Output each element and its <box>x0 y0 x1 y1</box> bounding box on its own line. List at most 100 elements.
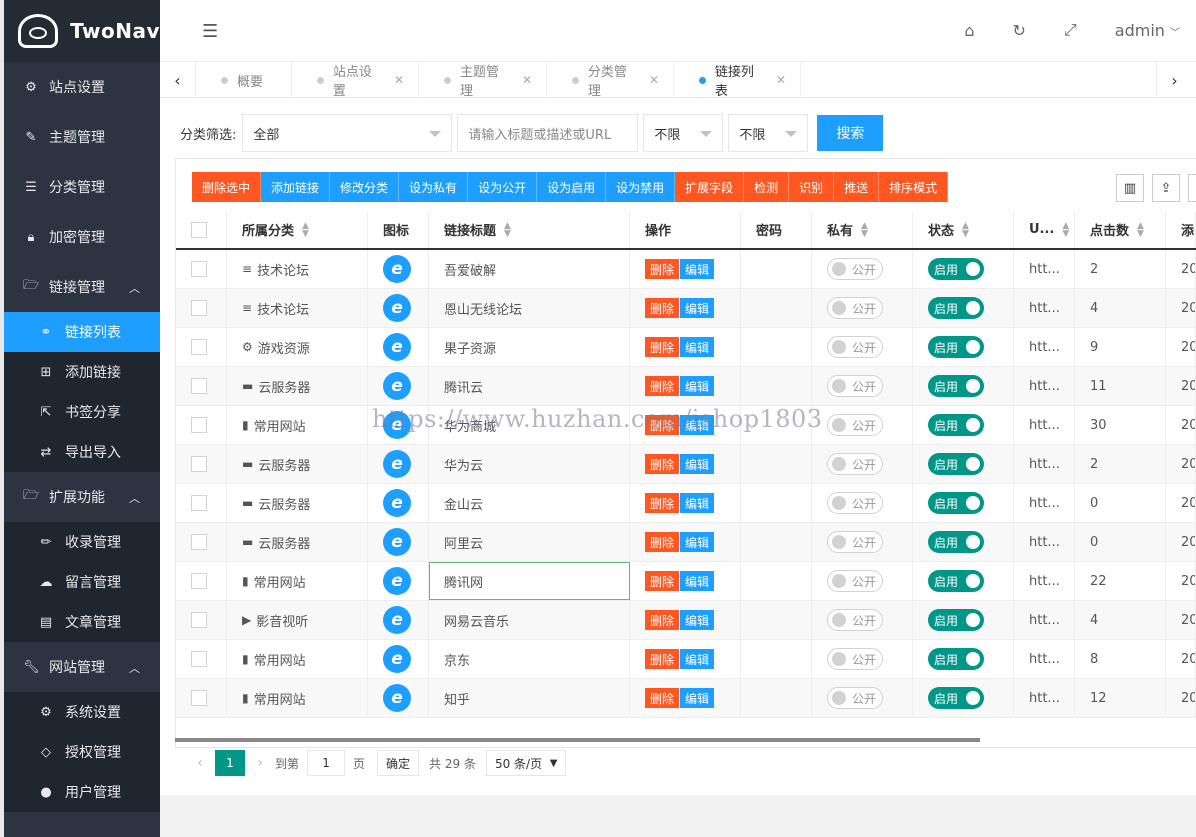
delete-button[interactable]: 删除 <box>645 571 680 591</box>
menu-toggle-icon[interactable]: ☰ <box>202 21 218 42</box>
private-toggle[interactable]: 公开 <box>827 531 883 553</box>
tab-4[interactable]: 链接列表 ✕ <box>674 62 801 99</box>
category-select[interactable]: 全部 <box>242 114 453 152</box>
column-header[interactable]: 私有 ▲ ▼ <box>812 211 913 248</box>
toolbar-button-4[interactable]: 设为公开 <box>468 172 538 202</box>
toolbar-button-11[interactable]: 排序模式 <box>879 172 949 202</box>
column-header[interactable]: 操作 <box>630 211 741 248</box>
toolbar-button-10[interactable]: 推送 <box>834 172 880 202</box>
delete-button[interactable]: 删除 <box>645 298 680 318</box>
private-toggle[interactable]: 公开 <box>827 414 883 436</box>
status-toggle[interactable]: 启用 <box>928 492 984 514</box>
edit-button[interactable]: 编辑 <box>680 649 715 669</box>
table-row[interactable]: ▮ 常用网站 e 腾讯网 删除 编辑 公开 启用 htt... 22 20 <box>176 562 1196 601</box>
status-toggle[interactable]: 启用 <box>928 687 984 709</box>
private-toggle[interactable]: 公开 <box>827 336 883 358</box>
status-toggle[interactable]: 启用 <box>928 414 984 436</box>
status-toggle[interactable]: 启用 <box>928 375 984 397</box>
column-header[interactable]: U... ▲ ▼ <box>1014 211 1075 248</box>
delete-button[interactable]: 删除 <box>645 532 680 552</box>
edit-button[interactable]: 编辑 <box>680 415 715 435</box>
sidebar-item-8[interactable]: ⇄ 导出导入 <box>4 432 160 472</box>
link-title[interactable]: 腾讯云 <box>444 377 483 396</box>
sort-icon[interactable]: ▲ ▼ <box>302 221 309 238</box>
delete-button[interactable]: 删除 <box>645 337 680 357</box>
edit-button[interactable]: 编辑 <box>680 688 715 708</box>
tabs-prev-icon[interactable]: ‹ <box>160 62 196 98</box>
table-row[interactable]: ≡ 技术论坛 e 恩山无线论坛 删除 编辑 公开 启用 htt... 4 20 <box>176 289 1196 328</box>
delete-button[interactable]: 删除 <box>645 493 680 513</box>
sidebar-item-13[interactable]: 🔧︎ 网站管理 ︿ <box>4 642 160 692</box>
sort-icon[interactable]: ▲ ▼ <box>861 221 868 238</box>
toolbar-button-5[interactable]: 设为启用 <box>537 172 607 202</box>
edit-button[interactable]: 编辑 <box>680 259 715 279</box>
toolbar-button-1[interactable]: 添加链接 <box>261 172 331 202</box>
edit-button[interactable]: 编辑 <box>680 454 715 474</box>
private-toggle[interactable]: 公开 <box>827 258 883 280</box>
horizontal-scrollbar[interactable] <box>175 738 980 742</box>
row-checkbox[interactable] <box>191 612 207 628</box>
search-input[interactable]: 请输入标题或描述或URL <box>457 114 639 152</box>
status-filter-select[interactable]: 不限 <box>728 114 809 152</box>
link-title[interactable]: 金山云 <box>444 494 483 513</box>
private-toggle[interactable]: 公开 <box>827 453 883 475</box>
edit-button[interactable]: 编辑 <box>680 610 715 630</box>
table-row[interactable]: ▬ 云服务器 e 金山云 删除 编辑 公开 启用 htt... 0 20 <box>176 484 1196 523</box>
tabs-next-icon[interactable]: › <box>1156 62 1192 98</box>
table-row[interactable]: ▶ 影音视听 e 网易云音乐 删除 编辑 公开 启用 htt... 4 20 <box>176 601 1196 640</box>
sidebar-item-15[interactable]: ◇ 授权管理 <box>4 732 160 772</box>
toolbar-button-7[interactable]: 扩展字段 <box>675 172 745 202</box>
table-row[interactable]: ▮ 常用网站 e 知乎 删除 编辑 公开 启用 htt... 12 20 <box>176 679 1196 718</box>
sidebar-item-3[interactable]: 🔒︎ 加密管理 <box>4 212 160 262</box>
row-checkbox[interactable] <box>191 690 207 706</box>
link-title[interactable]: 吾爱破解 <box>444 260 496 279</box>
private-toggle[interactable]: 公开 <box>827 375 883 397</box>
link-title[interactable]: 果子资源 <box>444 338 496 357</box>
column-header[interactable]: 图标 <box>368 211 429 248</box>
sidebar-item-2[interactable]: ☰ 分类管理 <box>4 162 160 212</box>
table-row[interactable]: ≡ 技术论坛 e 吾爱破解 删除 编辑 公开 启用 htt... 2 20 <box>176 250 1196 289</box>
link-title[interactable]: 网易云音乐 <box>444 611 509 630</box>
select-all-checkbox[interactable] <box>191 221 207 238</box>
prev-page-icon[interactable]: ‹ <box>185 755 215 771</box>
private-toggle[interactable]: 公开 <box>827 609 883 631</box>
goto-page-input[interactable]: 1 <box>307 750 346 776</box>
toolbar-button-6[interactable]: 设为禁用 <box>606 172 676 202</box>
column-header[interactable]: 状态 ▲ ▼ <box>913 211 1014 248</box>
current-page[interactable]: 1 <box>215 750 245 776</box>
link-title[interactable]: 知乎 <box>444 689 470 708</box>
export-icon[interactable]: ⇪ <box>1152 174 1180 202</box>
sidebar-item-11[interactable]: ☁ 留言管理 <box>4 562 160 602</box>
edit-button[interactable]: 编辑 <box>680 532 715 552</box>
sidebar-item-1[interactable]: ✎ 主题管理 <box>4 112 160 162</box>
refresh-icon[interactable]: ↻ <box>1013 21 1026 40</box>
delete-button[interactable]: 删除 <box>645 259 680 279</box>
row-checkbox[interactable] <box>191 339 207 355</box>
search-button[interactable]: 搜索 <box>817 115 884 151</box>
delete-button[interactable]: 删除 <box>645 610 680 630</box>
column-header[interactable]: 所属分类 ▲ ▼ <box>227 211 368 248</box>
edit-button[interactable]: 编辑 <box>680 337 715 357</box>
delete-button[interactable]: 删除 <box>645 454 680 474</box>
delete-button[interactable]: 删除 <box>645 649 680 669</box>
status-toggle[interactable]: 启用 <box>928 531 984 553</box>
tab-0[interactable]: 概要 <box>196 62 292 98</box>
logo[interactable]: TwoNav <box>4 0 160 62</box>
edit-button[interactable]: 编辑 <box>680 298 715 318</box>
toolbar-button-0[interactable]: 删除选中 <box>192 172 262 202</box>
table-row[interactable]: ▬ 云服务器 e 腾讯云 删除 编辑 公开 启用 htt... 11 20 <box>176 367 1196 406</box>
table-row[interactable]: ▬ 云服务器 e 华为云 删除 编辑 公开 启用 htt... 2 20 <box>176 445 1196 484</box>
tab-3[interactable]: 分类管理 ✕ <box>547 62 674 99</box>
sidebar-item-5[interactable]: ⚭ 链接列表 <box>4 312 160 352</box>
toolbar-button-3[interactable]: 设为私有 <box>399 172 469 202</box>
tab-1[interactable]: 站点设置 ✕ <box>292 62 419 99</box>
table-row[interactable]: ▮ 常用网站 e 华为商城 删除 编辑 公开 启用 htt... 30 20 <box>176 406 1196 445</box>
toolbar-button-9[interactable]: 识别 <box>789 172 835 202</box>
table-row[interactable]: ⚙ 游戏资源 e 果子资源 删除 编辑 公开 启用 htt... 9 20 <box>176 328 1196 367</box>
sort-icon[interactable]: ▲ ▼ <box>1062 221 1069 238</box>
sort-icon[interactable]: ▲ ▼ <box>504 221 511 238</box>
status-toggle[interactable]: 启用 <box>928 453 984 475</box>
home-icon[interactable]: ⌂ <box>964 21 974 40</box>
link-title[interactable]: 华为商城 <box>444 416 496 435</box>
sidebar-item-12[interactable]: ▤ 文章管理 <box>4 602 160 642</box>
